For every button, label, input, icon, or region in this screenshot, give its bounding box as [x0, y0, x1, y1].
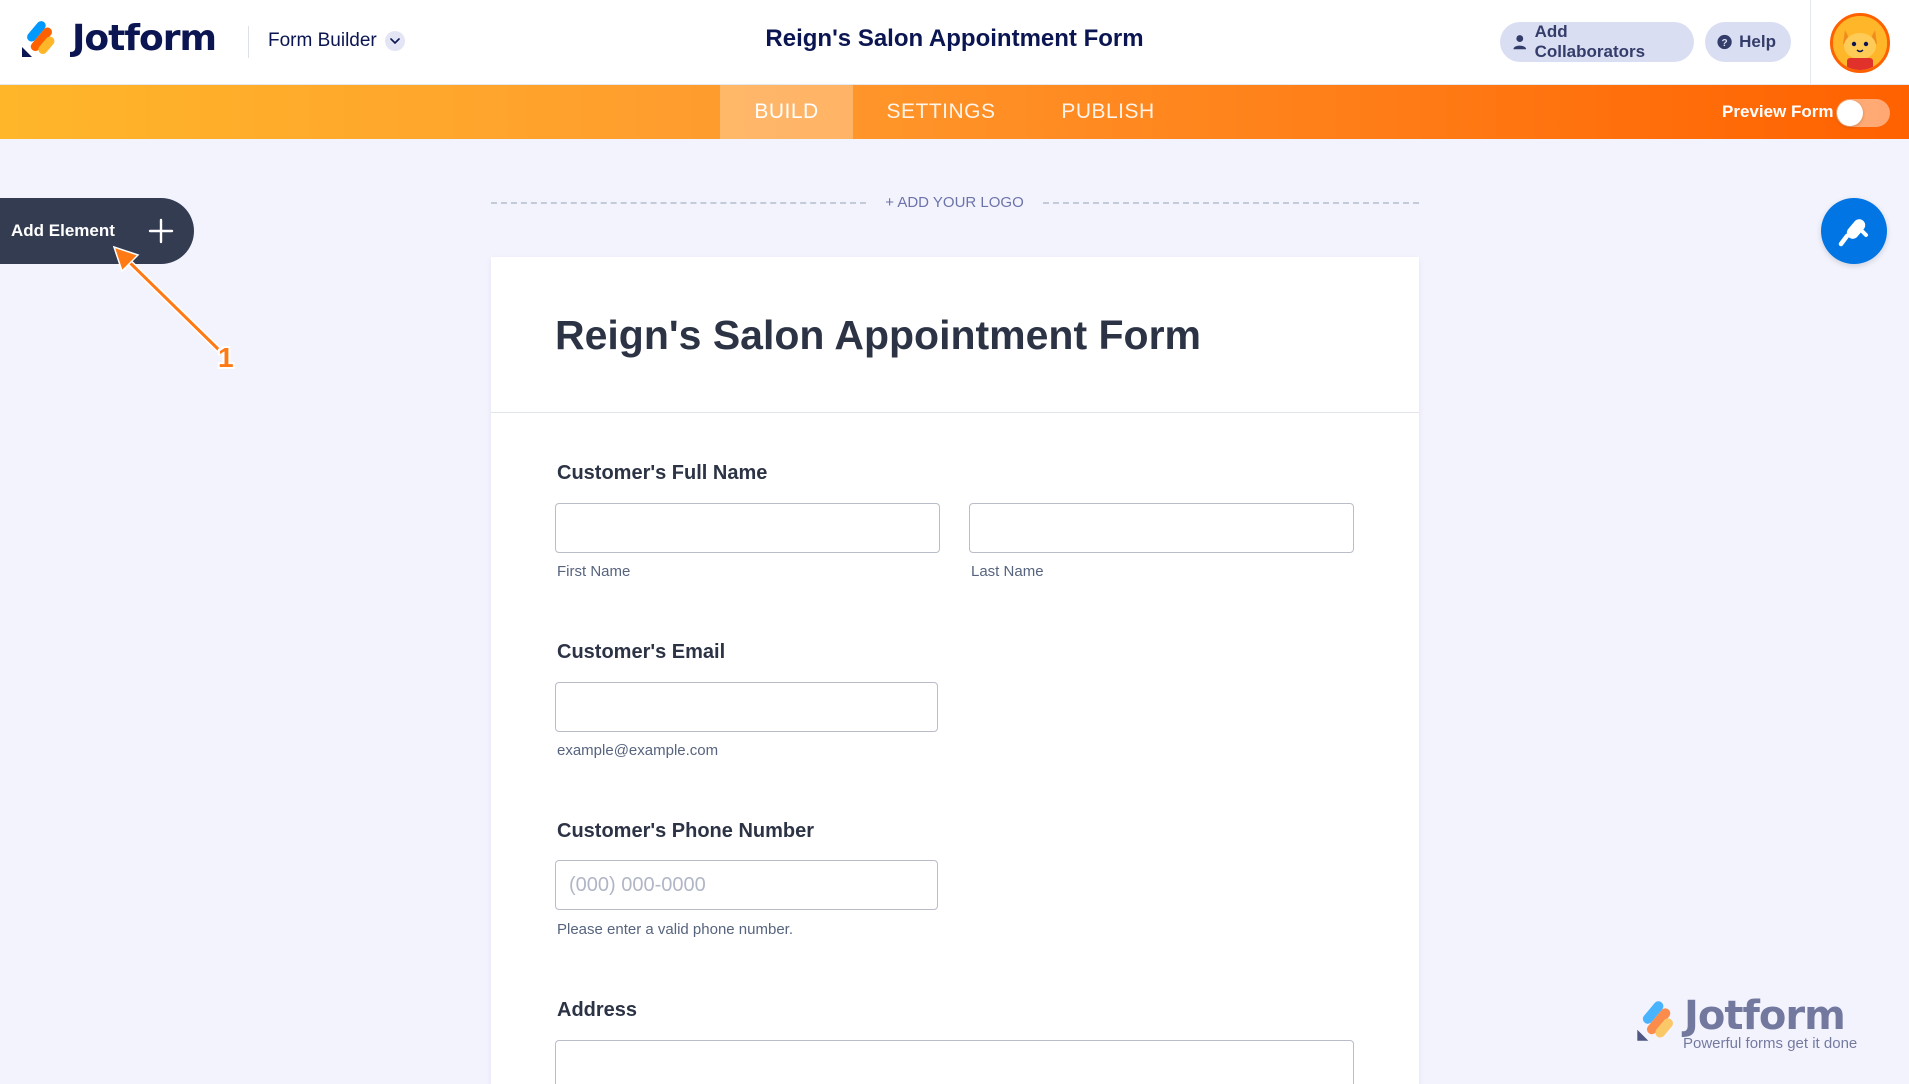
question-circle-icon: ? [1717, 34, 1732, 50]
form-builder-dropdown[interactable]: Form Builder [268, 30, 405, 52]
add-collaborators-button[interactable]: Add Collaborators [1500, 22, 1694, 62]
add-element-button[interactable]: Add Element [0, 198, 194, 264]
cat-avatar-icon [1833, 15, 1887, 70]
phone-label[interactable]: Customer's Phone Number [557, 820, 814, 843]
phone-input[interactable] [555, 860, 938, 910]
form-card: Reign's Salon Appointment Form Customer'… [491, 257, 1419, 1084]
tab-publish[interactable]: PUBLISH [1040, 85, 1176, 139]
jotform-logo-icon [1637, 1001, 1673, 1041]
last-name-sublabel: Last Name [971, 563, 1044, 580]
form-designer-button[interactable] [1821, 198, 1887, 264]
tab-build[interactable]: BUILD [720, 85, 853, 139]
paint-roller-icon [1838, 219, 1868, 247]
form-header-divider [491, 412, 1419, 413]
top-header: Jotform Form Builder Reign's Salon Appoi… [0, 0, 1909, 85]
jotform-logo-icon [20, 19, 58, 59]
jotform-watermark[interactable]: Jotform Powerful forms get it done [1634, 993, 1864, 1055]
first-name-sublabel: First Name [557, 563, 631, 580]
chevron-down-icon [384, 31, 405, 51]
email-input[interactable] [555, 682, 938, 732]
address-label[interactable]: Address [557, 999, 637, 1022]
phone-sublabel: Please enter a valid phone number. [557, 921, 793, 938]
first-name-input[interactable] [555, 503, 940, 553]
full-name-label[interactable]: Customer's Full Name [557, 462, 767, 485]
add-element-label: Add Element [11, 221, 115, 240]
form-builder-label: Form Builder [268, 30, 377, 51]
preview-form-toggle[interactable] [1836, 99, 1890, 127]
address-input[interactable] [555, 1040, 1354, 1084]
form-title[interactable]: Reign's Salon Appointment Form [555, 312, 1201, 359]
avatar[interactable] [1830, 12, 1890, 73]
jotform-logo[interactable]: Jotform [20, 18, 217, 59]
header-divider [248, 26, 249, 58]
add-collaborators-label: Add Collaborators [1534, 22, 1646, 61]
builder-nav-bar: BUILD SETTINGS PUBLISH Preview Form [0, 85, 1909, 139]
preview-form-label: Preview Form [1722, 102, 1834, 121]
toggle-knob [1837, 100, 1863, 126]
plus-icon [148, 218, 174, 244]
svg-text:?: ? [1721, 38, 1727, 49]
email-label[interactable]: Customer's Email [557, 641, 725, 664]
last-name-input[interactable] [969, 503, 1354, 553]
logo-dashed-line-right [1043, 202, 1419, 204]
add-logo-link[interactable]: + ADD YOUR LOGO [866, 194, 1043, 211]
tab-settings[interactable]: SETTINGS [873, 85, 1009, 139]
user-icon [1513, 35, 1527, 50]
watermark-tagline: Powerful forms get it done [1683, 1035, 1858, 1052]
avatar-container [1810, 0, 1909, 85]
email-sublabel: example@example.com [557, 742, 719, 759]
help-button[interactable]: ? Help [1705, 22, 1791, 62]
logo-dashed-line-left [491, 202, 866, 204]
watermark-brand: Jotform [1684, 993, 1846, 1039]
brand-name: Jotform [72, 18, 217, 59]
annotation-number: 1 [218, 342, 234, 373]
help-label: Help [1739, 32, 1776, 51]
